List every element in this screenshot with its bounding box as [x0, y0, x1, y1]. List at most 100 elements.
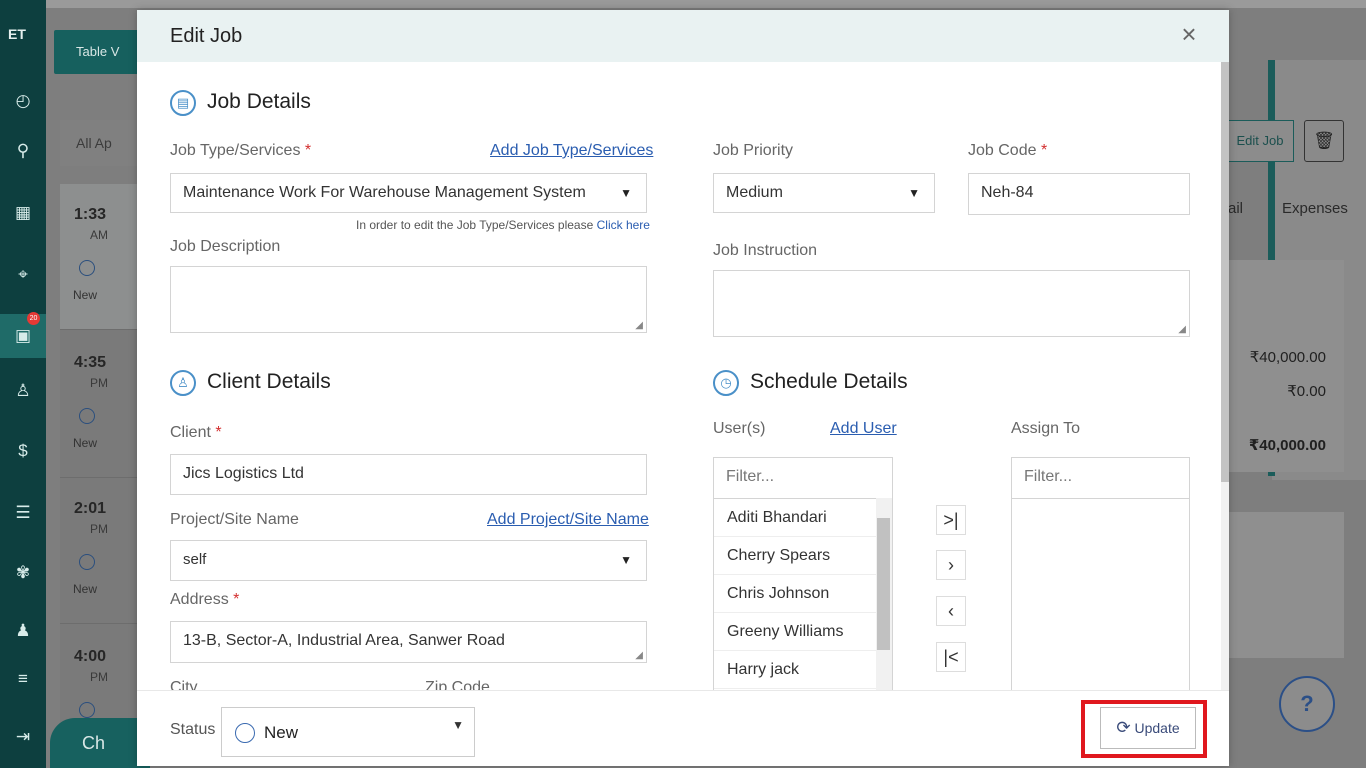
secondary-card [1226, 512, 1344, 658]
status-circle-icon [235, 723, 255, 743]
address-value: 13-B, Sector-A, Industrial Area, Sanwer … [183, 632, 505, 649]
list-item[interactable]: Cherry Spears [714, 537, 876, 575]
move-left-icon[interactable]: ‹ [936, 596, 966, 626]
job-instruction-input[interactable]: ◢ [713, 270, 1190, 337]
list-item[interactable]: Aditi Bhandari [714, 499, 876, 537]
move-all-right-icon[interactable]: >| [936, 505, 966, 535]
list-ampm: PM [90, 670, 108, 684]
address-label: Address * [170, 591, 240, 608]
status-circle-icon [79, 260, 95, 276]
list-status: New [73, 436, 98, 450]
users-filter-input[interactable]: Filter... [714, 458, 892, 499]
client-label: Client * [170, 424, 222, 441]
users-list-scrollbar-thumb[interactable] [877, 518, 890, 650]
address-input[interactable]: 13-B, Sector-A, Industrial Area, Sanwer … [170, 621, 647, 663]
list-status: New [73, 582, 98, 596]
add-job-type-link[interactable]: Add Job Type/Services [490, 142, 653, 160]
tools-icon[interactable]: ⚲ [12, 140, 34, 162]
zip-code-label: Zip Code [425, 679, 490, 690]
job-type-value: Maintenance Work For Warehouse Managemen… [183, 184, 586, 201]
client-input[interactable]: Jics Logistics Ltd [170, 454, 647, 495]
modal-footer: Status New ▼ ⟳ Update [137, 690, 1229, 766]
list-item[interactable]: Greeny Williams [714, 613, 876, 651]
list-ampm: AM [90, 228, 108, 242]
assign-to-list[interactable]: Filter... [1011, 457, 1190, 690]
logout-icon[interactable]: ⇥ [12, 726, 34, 748]
job-code-label: Job Code * [968, 142, 1048, 159]
list-ampm: PM [90, 522, 108, 536]
dashboard-icon[interactable]: ◴ [12, 90, 34, 112]
settings-icon[interactable]: ≡ [12, 668, 34, 690]
click-here-link[interactable]: Click here [597, 218, 650, 232]
job-description-input[interactable]: ◢ [170, 266, 647, 333]
list-time: 4:35 [74, 354, 107, 371]
user-icon[interactable]: ♙ [12, 380, 34, 402]
city-label: City [170, 679, 198, 690]
modal-title: Edit Job [170, 25, 243, 47]
help-button[interactable]: ? [1279, 676, 1335, 732]
trash-icon[interactable]: 🗑 [1304, 120, 1344, 162]
resize-handle-icon[interactable]: ◢ [635, 651, 643, 661]
job-instruction-label: Job Instruction [713, 242, 818, 259]
modal-scrollbar[interactable] [1221, 62, 1229, 690]
edit-job-button[interactable]: Edit Job [1226, 120, 1294, 162]
amount-card: ₹40,000.00 ₹0.00 ₹40,000.00 [1226, 260, 1344, 472]
list-item[interactable]: 4:35 PM New [60, 332, 138, 478]
status-circle-icon [79, 554, 95, 570]
job-code-input[interactable]: Neh-84 [968, 173, 1190, 215]
client-details-title: Client Details [207, 370, 331, 393]
chevron-down-icon: ▼ [452, 718, 464, 732]
close-icon[interactable]: × [1177, 21, 1201, 47]
project-value: self [183, 551, 207, 568]
resize-handle-icon[interactable]: ◢ [1178, 325, 1186, 335]
top-bar [46, 0, 1366, 8]
inventory-icon[interactable]: ✾ [12, 562, 34, 584]
add-project-link[interactable]: Add Project/Site Name [487, 511, 649, 529]
amount-paid: ₹0.00 [1287, 383, 1326, 400]
modal-scrollbar-thumb[interactable] [1221, 62, 1229, 482]
chevron-down-icon: ▼ [908, 186, 920, 200]
list-item[interactable]: Chris Johnson [714, 575, 876, 613]
list-icon[interactable]: ☰ [12, 502, 34, 524]
status-label: Status [170, 721, 216, 738]
assign-filter-input[interactable]: Filter... [1012, 458, 1189, 499]
job-priority-select[interactable]: Medium ▼ [713, 173, 935, 213]
list-item[interactable]: Harry jack [714, 651, 876, 689]
map-pin-icon[interactable]: ⌖ [12, 264, 34, 286]
status-circle-icon [79, 702, 95, 718]
app-logo: ET [8, 26, 26, 42]
tab-detail[interactable]: ail [1228, 200, 1243, 217]
chat-button[interactable]: Ch [50, 718, 150, 768]
list-item[interactable]: 1:33 AM New [60, 184, 138, 330]
sidebar: ET ◴ ⚲ ▦ ⌖ ▣ 20 ♙ $ ☰ ✾ ♟ ≡ ⇥ [0, 0, 46, 768]
resize-handle-icon[interactable]: ◢ [635, 321, 643, 331]
job-priority-label: Job Priority [713, 142, 794, 159]
move-right-icon[interactable]: › [936, 550, 966, 580]
project-select[interactable]: self ▼ [170, 540, 647, 581]
job-type-select[interactable]: Maintenance Work For Warehouse Managemen… [170, 173, 647, 213]
client-icon: ♙ [170, 370, 196, 396]
status-select[interactable]: New ▼ [221, 707, 475, 757]
list-item[interactable]: 2:01 PM New [60, 478, 138, 624]
add-user-link[interactable]: Add User [830, 420, 897, 438]
list-status: New [73, 288, 98, 302]
list-time: 2:01 [74, 500, 107, 517]
highlight-box [1081, 700, 1207, 758]
billing-icon[interactable]: $ [12, 440, 34, 462]
status-circle-icon [79, 408, 95, 424]
list-time: 4:00 [74, 648, 107, 665]
users-list[interactable]: Filter... Aditi Bhandari Cherry Spears C… [713, 457, 893, 690]
status-value: New [264, 723, 299, 742]
job-type-hint: In order to edit the Job Type/Services p… [356, 218, 650, 232]
move-all-left-icon[interactable]: |< [936, 642, 966, 672]
job-description-label: Job Description [170, 238, 281, 255]
users-label: User(s) [713, 420, 766, 437]
chevron-down-icon: ▼ [620, 553, 632, 567]
calendar-icon[interactable]: ▦ [12, 202, 34, 224]
amount-balance: ₹40,000.00 [1248, 437, 1326, 454]
amount-total: ₹40,000.00 [1249, 349, 1326, 366]
tab-expenses[interactable]: Expenses [1282, 200, 1348, 217]
team-icon[interactable]: ♟ [12, 620, 34, 642]
modal-body[interactable]: ▤ Job Details Job Type/Services * Add Jo… [137, 62, 1229, 690]
list-time: 1:33 [74, 206, 107, 223]
